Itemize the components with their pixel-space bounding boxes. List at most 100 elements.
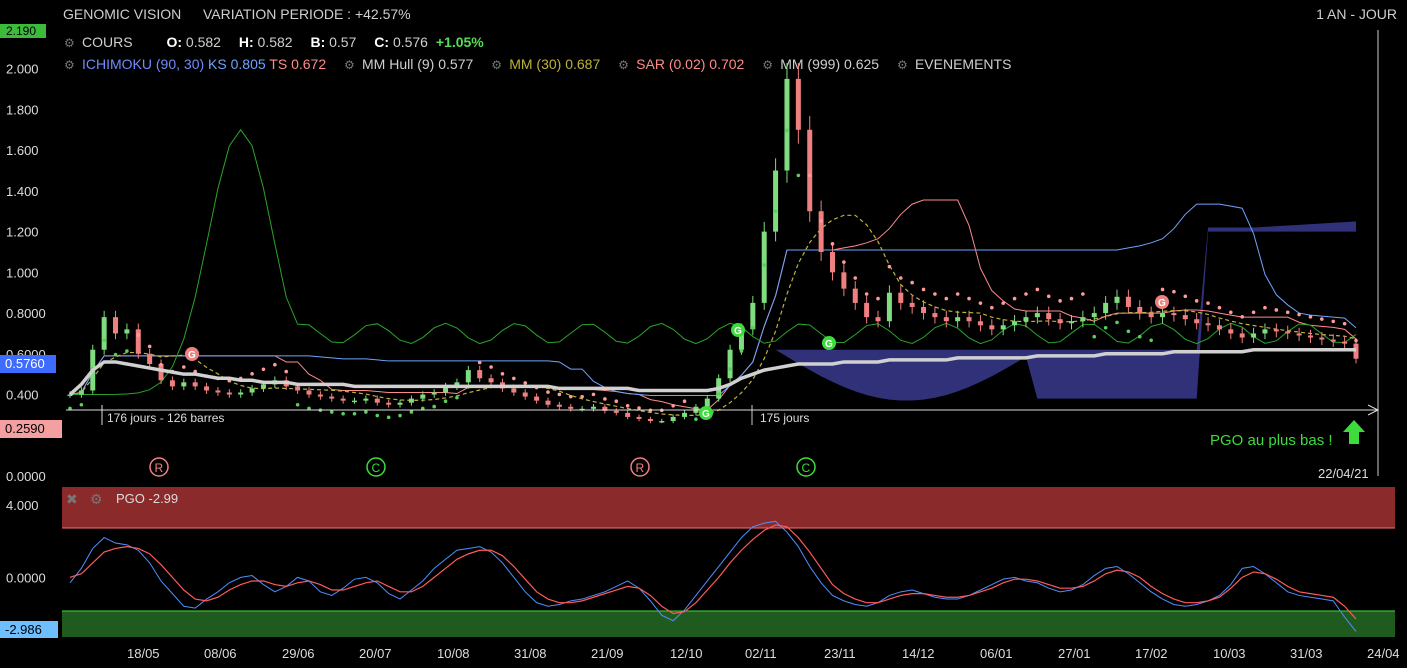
sar-dot bbox=[364, 410, 368, 414]
candle-body bbox=[1228, 329, 1234, 334]
x-tick-label: 23/11 bbox=[824, 646, 856, 661]
sar-dot bbox=[409, 410, 414, 414]
candle-body bbox=[966, 317, 972, 322]
candle-body bbox=[215, 390, 221, 393]
candle-body bbox=[147, 353, 153, 364]
signal-badge-label: G bbox=[1158, 298, 1166, 309]
pgo-signal-line bbox=[69, 524, 1357, 620]
sar-dot bbox=[1035, 287, 1040, 292]
sar-dot bbox=[79, 403, 84, 407]
candle-body bbox=[1239, 333, 1245, 338]
candle-body bbox=[1262, 329, 1268, 334]
candle-body bbox=[1000, 325, 1006, 330]
candle-body bbox=[1182, 315, 1188, 320]
price-tick-label: 1.800 bbox=[6, 102, 39, 117]
price-tick-label: 0.0000 bbox=[6, 469, 46, 484]
sar-dot bbox=[1001, 301, 1006, 305]
candle-body bbox=[1171, 313, 1177, 316]
candle-body bbox=[1046, 313, 1052, 320]
sar-dot bbox=[819, 219, 823, 223]
sar-dot bbox=[1308, 315, 1313, 319]
x-tick-label: 27/01 bbox=[1058, 646, 1091, 661]
candle-body bbox=[1091, 313, 1097, 318]
arrow-up-icon bbox=[1343, 420, 1365, 444]
sar-dot bbox=[1081, 292, 1085, 296]
sar-dot bbox=[1342, 321, 1347, 326]
candle-body bbox=[761, 231, 767, 303]
candle-body bbox=[124, 329, 130, 334]
candle-body bbox=[420, 394, 426, 399]
sar-dot bbox=[1217, 305, 1222, 310]
candle-body bbox=[829, 251, 835, 273]
candle-body bbox=[534, 396, 540, 401]
top-price-badge-label: 2.190 bbox=[6, 24, 36, 38]
pgo-oversold-zone bbox=[62, 611, 1395, 637]
sar-dot bbox=[455, 395, 459, 400]
sar-dot bbox=[261, 367, 266, 372]
x-tick-label: 06/01 bbox=[980, 646, 1013, 661]
sar-dot bbox=[512, 376, 516, 381]
event-marker-label: C bbox=[372, 461, 381, 475]
sar-dot bbox=[967, 296, 971, 301]
candle-body bbox=[181, 382, 187, 387]
sar-dot bbox=[1160, 287, 1165, 292]
candle-body bbox=[1034, 313, 1040, 318]
candle-body bbox=[909, 302, 915, 307]
sar-dot bbox=[125, 349, 129, 353]
sar-dot bbox=[887, 264, 892, 269]
event-marker-label: C bbox=[802, 461, 811, 475]
gear-icon: ⚙ bbox=[90, 491, 103, 507]
candle-body bbox=[932, 313, 938, 318]
sar-dot bbox=[716, 392, 721, 396]
signal-badge-label: G bbox=[734, 326, 742, 337]
sar-dot bbox=[1285, 310, 1290, 315]
sar-dot bbox=[295, 403, 300, 407]
x-tick-label: 14/12 bbox=[902, 646, 935, 661]
sar-dot bbox=[1115, 320, 1119, 325]
candle-body bbox=[556, 404, 562, 407]
candle-body bbox=[488, 378, 494, 383]
span2-label: 175 jours bbox=[760, 411, 809, 425]
price-tick-label: 0.400 bbox=[6, 388, 39, 403]
candle-body bbox=[1068, 321, 1074, 324]
candle-body bbox=[898, 292, 904, 303]
sar-dot bbox=[591, 392, 596, 397]
sar-dot bbox=[1103, 325, 1108, 330]
sar-dot bbox=[603, 397, 607, 401]
candle-body bbox=[568, 406, 574, 409]
close-icon: ✖ bbox=[66, 491, 78, 507]
sar-dot bbox=[386, 415, 391, 420]
candle-body bbox=[659, 421, 665, 423]
candle-body bbox=[1307, 335, 1313, 338]
x-tick-label: 12/10 bbox=[670, 646, 703, 661]
sar-dot bbox=[546, 390, 550, 394]
candle-body bbox=[921, 306, 927, 314]
sar-dot bbox=[568, 394, 573, 399]
sar-dot bbox=[250, 372, 254, 376]
candle-body bbox=[1342, 341, 1348, 344]
candle-body bbox=[352, 400, 358, 403]
candle-body bbox=[670, 416, 676, 422]
candle-body bbox=[1296, 333, 1302, 336]
sar-dot bbox=[637, 406, 641, 410]
sar-dot bbox=[1183, 294, 1188, 299]
candle-body bbox=[613, 410, 619, 413]
candle-body bbox=[204, 386, 210, 391]
candle-body bbox=[727, 349, 733, 379]
x-tick-label: 21/09 bbox=[591, 646, 624, 661]
sar-dot bbox=[523, 381, 528, 385]
sar-dot bbox=[1331, 319, 1336, 324]
candle-body bbox=[511, 388, 517, 393]
sar-dot bbox=[762, 263, 767, 267]
candle-body bbox=[317, 394, 323, 397]
signal-badge-label: G bbox=[188, 350, 196, 361]
sar-dot bbox=[694, 417, 698, 421]
sar-dot bbox=[432, 404, 436, 409]
candle-body bbox=[886, 292, 892, 322]
sar-dot bbox=[910, 280, 914, 285]
sar-dot bbox=[682, 399, 687, 404]
chart-canvas[interactable]: 2.0001.8001.6001.4001.2001.0000.80000.60… bbox=[0, 0, 1407, 668]
sar-dot bbox=[944, 296, 949, 301]
sar-dot bbox=[1240, 315, 1244, 319]
candle-body bbox=[397, 402, 403, 405]
